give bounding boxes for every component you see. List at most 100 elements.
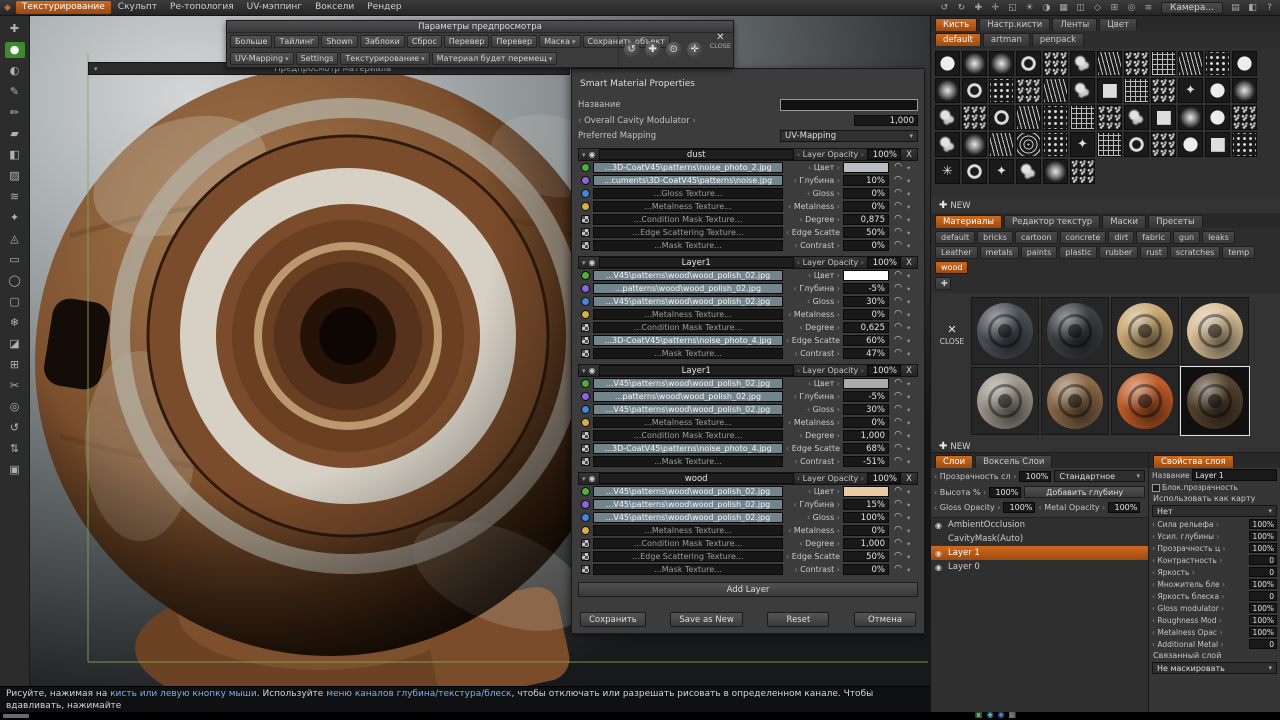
brush-alpha-thumbnail[interactable]: [989, 78, 1014, 103]
property-label[interactable]: Additional Metal: [1152, 640, 1224, 649]
property-label[interactable]: Множитель бле: [1152, 580, 1225, 589]
property-label[interactable]: Gloss modulator: [1152, 604, 1224, 613]
brush-alpha-thumbnail[interactable]: [1043, 132, 1068, 157]
layer-opacity-value[interactable]: 100%: [867, 365, 901, 376]
toolbar-button[interactable]: Сброс: [406, 35, 442, 48]
property-label[interactable]: Контрастность: [1152, 556, 1222, 565]
curve-icon[interactable]: ◠: [892, 404, 904, 415]
wireframe-icon[interactable]: ◇: [1091, 3, 1104, 13]
material-category-chip[interactable]: wood: [935, 261, 969, 274]
brush-alpha-thumbnail[interactable]: [1232, 132, 1257, 157]
toolbar-button[interactable]: Перевер: [491, 35, 538, 48]
3d-viewport[interactable]: Параметры предпросмотра Больше Тайлинг S…: [30, 16, 930, 686]
property-value[interactable]: 0: [1249, 555, 1277, 565]
texture-path-field[interactable]: ...Gloss Texture...: [593, 188, 783, 199]
lock-transparency-checkbox[interactable]: [1152, 483, 1160, 492]
texture-path-field[interactable]: ...Condition Mask Texture...: [593, 430, 783, 441]
texture-path-field[interactable]: ...patterns\wood\wood_polish_02.jpg: [593, 283, 783, 294]
chevron-down-icon[interactable]: ▾: [907, 216, 915, 224]
brush-preset-tab[interactable]: penpack: [1031, 33, 1085, 46]
brush-alpha-thumbnail[interactable]: [935, 159, 960, 184]
menu-item[interactable]: Воксели: [309, 1, 360, 14]
add-category-button[interactable]: ✚: [935, 277, 951, 290]
brush-alpha-thumbnail[interactable]: [989, 51, 1014, 76]
channel-label[interactable]: Глубина: [786, 392, 840, 401]
light-icon[interactable]: ☀: [1023, 3, 1036, 13]
visibility-icon[interactable]: ◉: [935, 563, 944, 572]
curve-icon[interactable]: ◠: [892, 175, 904, 186]
channel-label[interactable]: Degree: [786, 215, 840, 224]
channel-label[interactable]: Gloss: [786, 297, 840, 306]
brush-alpha-thumbnail[interactable]: [1097, 51, 1122, 76]
tool-button[interactable]: ↺: [5, 420, 25, 436]
layer-group-header[interactable]: ▾ ◉ Layer1 Layer Opacity 100% X: [578, 256, 918, 269]
toolbar-button[interactable]: Settings: [295, 52, 339, 65]
transform-icon[interactable]: ✛: [989, 3, 1002, 13]
brush-alpha-thumbnail[interactable]: [935, 51, 960, 76]
brush-alpha-thumbnail[interactable]: [935, 78, 960, 103]
curve-icon[interactable]: ◠: [892, 378, 904, 389]
texture-path-field[interactable]: ...patterns\wood\wood_polish_02.jpg: [593, 391, 783, 402]
brush-alpha-thumbnail[interactable]: [1178, 105, 1203, 130]
redo-icon[interactable]: ↻: [955, 3, 968, 13]
channel-label[interactable]: Edge Scattering: [786, 444, 840, 453]
scale-icon[interactable]: ◱: [1006, 3, 1019, 13]
material-category-chip[interactable]: rust: [1140, 246, 1168, 259]
toolbar-button[interactable]: Материал будет перемещ: [431, 52, 558, 65]
remove-layer-button[interactable]: X: [904, 474, 914, 484]
metal-opacity-label[interactable]: Metal Opacity: [1038, 503, 1105, 512]
material-category-chip[interactable]: Leather: [935, 246, 978, 259]
chevron-down-icon[interactable]: ▾: [907, 203, 915, 211]
cavity-label[interactable]: Overall Cavity Modulator: [578, 116, 696, 126]
curve-icon[interactable]: ◠: [892, 335, 904, 346]
property-value[interactable]: 100%: [1249, 543, 1277, 553]
ortho-icon[interactable]: ⊞: [1108, 3, 1121, 13]
channel-label[interactable]: Глубина: [786, 500, 840, 509]
texture-path-field[interactable]: ...Condition Mask Texture...: [593, 538, 783, 549]
material-thumbnail[interactable]: [1180, 366, 1250, 436]
curve-icon[interactable]: ◠: [892, 227, 904, 238]
new-material-button[interactable]: ✚ NEW: [939, 441, 971, 452]
channel-label[interactable]: Degree: [786, 539, 840, 548]
dialog-button[interactable]: Save as New: [670, 612, 743, 627]
channel-value[interactable]: -51%: [843, 456, 889, 467]
remove-layer-button[interactable]: X: [904, 150, 914, 160]
brush-alpha-thumbnail[interactable]: [1232, 78, 1257, 103]
curve-icon[interactable]: ◠: [892, 348, 904, 359]
channel-label[interactable]: Цвет: [786, 487, 840, 496]
layer-opacity-value[interactable]: 100%: [1019, 470, 1052, 482]
texture-path-field[interactable]: ...Mask Texture...: [593, 456, 783, 467]
status-green-icon[interactable]: ▣: [975, 710, 983, 720]
property-value[interactable]: 100%: [1249, 579, 1277, 589]
channel-value[interactable]: 15%: [843, 499, 889, 510]
layer-group-header[interactable]: ▾ ◉ dust Layer Opacity 100% X: [578, 148, 918, 161]
chevron-down-icon[interactable]: ▾: [907, 540, 915, 548]
curve-icon[interactable]: ◠: [892, 443, 904, 454]
chevron-down-icon[interactable]: ▾: [907, 350, 915, 358]
channel-value[interactable]: 0,625: [843, 322, 889, 333]
dock-tab[interactable]: Настр.кисти: [979, 18, 1051, 31]
channel-value[interactable]: 10%: [843, 175, 889, 186]
brush-alpha-thumbnail[interactable]: [1124, 78, 1149, 103]
gloss-opacity-value[interactable]: 100%: [1003, 502, 1036, 513]
visibility-icon[interactable]: ◉: [935, 549, 944, 558]
materials-tab[interactable]: Материалы: [935, 215, 1002, 228]
curve-icon[interactable]: ◠: [892, 499, 904, 510]
channel-label[interactable]: Gloss: [786, 189, 840, 198]
material-category-chip[interactable]: temp: [1222, 246, 1256, 259]
fit-icon[interactable]: ✛: [686, 42, 703, 58]
collapse-icon[interactable]: ▾: [582, 367, 586, 375]
channel-label[interactable]: Edge Scattering: [786, 336, 840, 345]
channel-value[interactable]: -5%: [843, 283, 889, 294]
new-brush-button[interactable]: ✚ NEW: [939, 200, 971, 211]
toolbar-button[interactable]: Заблоки: [359, 35, 405, 48]
status-teal-icon[interactable]: ◉: [987, 710, 994, 720]
layer-list-item[interactable]: ◉ Layer 0: [931, 560, 1148, 574]
collapse-icon[interactable]: ▾: [582, 151, 586, 159]
materials-tab[interactable]: Пресеты: [1148, 215, 1203, 228]
channel-label[interactable]: Metalness: [786, 310, 840, 319]
brush-alpha-thumbnail[interactable]: [1232, 105, 1257, 130]
blend-mode-dropdown[interactable]: Стандартное ▾: [1054, 470, 1145, 482]
curve-icon[interactable]: ◠: [892, 283, 904, 294]
channel-label[interactable]: Contrast: [786, 349, 840, 358]
